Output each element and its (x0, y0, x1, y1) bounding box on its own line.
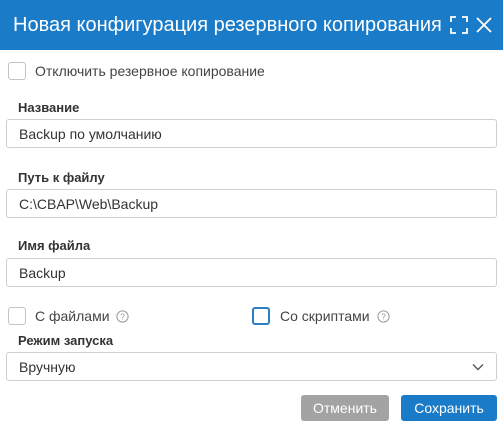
path-label: Путь к файлу (18, 170, 105, 185)
with-files-label[interactable]: С файлами (35, 307, 110, 325)
dialog-header: Новая конфигурация резервного копировани… (0, 0, 503, 50)
svg-text:?: ? (120, 312, 125, 322)
name-input[interactable] (6, 119, 497, 148)
svg-text:?: ? (381, 312, 386, 322)
name-label: Название (18, 100, 80, 115)
with-scripts-label[interactable]: Со скриптами (280, 307, 370, 325)
close-icon[interactable] (475, 16, 493, 34)
launch-mode-select[interactable]: Вручную (6, 352, 497, 381)
help-icon[interactable]: ? (377, 310, 390, 323)
expand-icon[interactable] (450, 16, 468, 34)
path-input[interactable] (6, 189, 497, 218)
with-scripts-checkbox[interactable] (252, 307, 270, 325)
filename-input[interactable] (6, 258, 497, 287)
disable-backup-label[interactable]: Отключить резервное копирование (35, 62, 265, 80)
save-button[interactable]: Сохранить (401, 395, 497, 421)
launch-mode-value: Вручную (19, 359, 76, 375)
dialog-title: Новая конфигурация резервного копировани… (13, 14, 442, 36)
launch-mode-label: Режим запуска (18, 333, 114, 348)
chevron-down-icon (472, 364, 484, 371)
filename-label: Имя файла (18, 238, 91, 253)
cancel-button[interactable]: Отменить (301, 395, 389, 421)
with-files-checkbox[interactable] (8, 307, 26, 325)
help-icon[interactable]: ? (116, 310, 129, 323)
disable-backup-checkbox[interactable] (8, 62, 26, 80)
